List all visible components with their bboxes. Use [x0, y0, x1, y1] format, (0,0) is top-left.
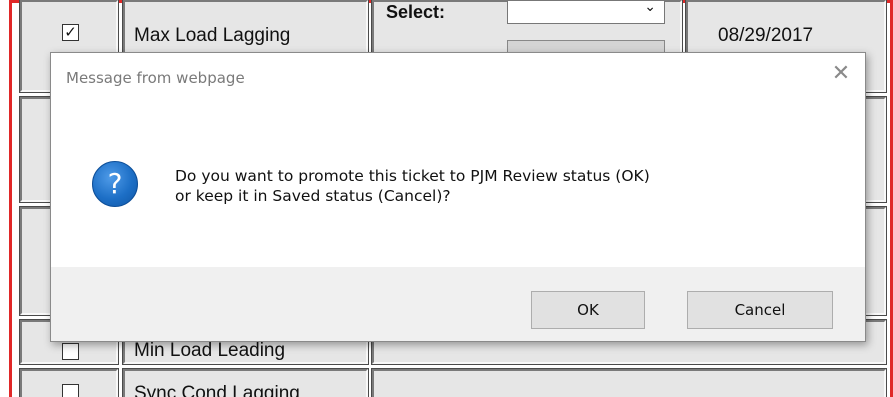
close-icon[interactable]: ✕: [829, 63, 853, 87]
row-label-max-load-lagging: Max Load Lagging: [134, 25, 291, 46]
message-line-1: Do you want to promote this ticket to PJ…: [175, 167, 650, 185]
select-dropdown[interactable]: ⌄: [507, 0, 665, 24]
message-line-2: or keep it in Saved status (Cancel)?: [175, 187, 451, 205]
question-icon: ?: [92, 161, 138, 207]
cancel-button[interactable]: Cancel: [687, 291, 833, 329]
red-frame-left: [0, 0, 12, 397]
dialog-message: Do you want to promote this ticket to PJ…: [175, 166, 835, 206]
row-label-sync-cond-lagging: Sync Cond Lagging: [134, 383, 300, 397]
page-background: ✓ Max Load Lagging Select: ⌄ 08/29/2017 …: [0, 0, 893, 397]
chevron-down-icon: ⌄: [644, 0, 656, 15]
wide-cell: [371, 368, 887, 397]
row-checkbox-min-load-leading[interactable]: [62, 343, 79, 360]
ok-button[interactable]: OK: [531, 291, 645, 329]
select-label: Select:: [386, 2, 446, 22]
row-checkbox-sync-cond-lagging[interactable]: [62, 384, 79, 397]
dialog-footer: OK Cancel: [51, 267, 865, 341]
row-date: 08/29/2017: [718, 25, 814, 46]
row-label-min-load-leading: Min Load Leading: [134, 340, 286, 361]
message-dialog: Message from webpage ✕ ? Do you want to …: [50, 52, 866, 342]
dialog-title: Message from webpage: [66, 69, 245, 87]
row-checkbox-max-load-lagging[interactable]: ✓: [62, 24, 79, 41]
